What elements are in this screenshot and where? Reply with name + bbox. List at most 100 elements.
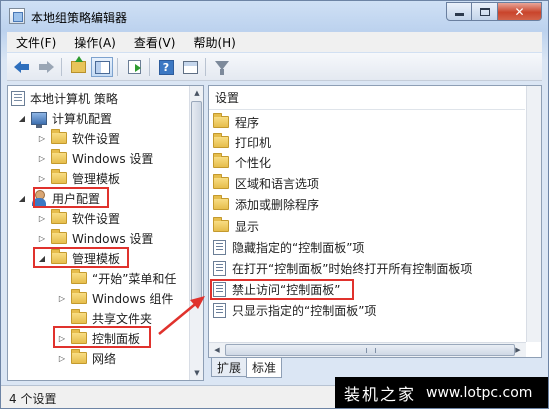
list-horizontal-scrollbar[interactable]: ◀ ▶ bbox=[209, 342, 526, 357]
list-item-always-open-all-items[interactable]: 在打开“控制面板”时始终打开所有控制面板项 bbox=[213, 258, 472, 278]
tab-standard[interactable]: 标准 bbox=[246, 358, 283, 378]
view-tabs: 扩展 标准 bbox=[211, 358, 283, 378]
highlight-admin-templates bbox=[33, 247, 129, 268]
status-text: 4 个设置 bbox=[9, 392, 57, 406]
computer-icon bbox=[31, 111, 47, 128]
maximize-button[interactable] bbox=[472, 2, 498, 21]
list-item-label: 只显示指定的“控制面板”项 bbox=[232, 303, 377, 318]
forward-button[interactable] bbox=[35, 57, 57, 77]
tree-item-shared-folders[interactable]: 共享文件夹 bbox=[57, 308, 152, 328]
filter-icon bbox=[215, 60, 229, 75]
list-item-display[interactable]: 显示 bbox=[213, 216, 259, 236]
scroll-right-icon[interactable]: ▶ bbox=[511, 343, 525, 357]
scroll-down-icon[interactable]: ▼ bbox=[190, 366, 203, 380]
tree-item-windows-settings[interactable]: ▷ Windows 设置 bbox=[37, 148, 153, 168]
expand-icon[interactable]: ▷ bbox=[37, 214, 47, 223]
highlight-control-panel bbox=[53, 326, 151, 348]
folder-icon bbox=[213, 133, 229, 148]
help-button[interactable]: ? bbox=[155, 57, 177, 77]
scroll-up-icon[interactable]: ▲ bbox=[190, 86, 203, 100]
column-header-setting[interactable]: 设置 bbox=[209, 86, 525, 110]
expand-icon[interactable]: ▷ bbox=[37, 154, 47, 163]
caption-buttons: ✕ bbox=[446, 2, 542, 22]
minimize-button[interactable] bbox=[446, 2, 472, 21]
folder-icon bbox=[71, 269, 87, 284]
close-button[interactable]: ✕ bbox=[498, 2, 542, 21]
tab-label: 标准 bbox=[252, 361, 277, 375]
tree-item-user-software-settings[interactable]: ▷ 软件设置 bbox=[37, 208, 120, 228]
expand-icon[interactable]: ▷ bbox=[57, 354, 67, 363]
tree-item-label: Windows 设置 bbox=[72, 151, 154, 166]
gpedit-app-icon[interactable] bbox=[9, 8, 25, 24]
settings-list-pane[interactable]: 设置 程序 打印机 个性化 区域和语言选项 添加或删除程序 显示 隐藏指定的“控… bbox=[208, 85, 542, 358]
tree-item-label: 软件设置 bbox=[72, 211, 121, 226]
list-item-label: 添加或删除程序 bbox=[235, 197, 320, 212]
list-item-printers[interactable]: 打印机 bbox=[213, 132, 271, 152]
scrollbar-thumb[interactable] bbox=[191, 101, 202, 301]
title-bar[interactable]: 本地组策略编辑器 ✕ bbox=[1, 1, 548, 31]
list-item-programs[interactable]: 程序 bbox=[213, 112, 259, 132]
collapse-icon[interactable]: ◢ bbox=[17, 114, 27, 123]
toolbar-separator bbox=[61, 58, 62, 76]
tree-item-label: 网络 bbox=[92, 351, 117, 366]
tree-item-local-computer-policy[interactable]: 本地计算机 策略 bbox=[11, 88, 118, 108]
tree-item-label: 管理模板 bbox=[72, 171, 121, 186]
folder-icon bbox=[71, 349, 87, 364]
menu-file[interactable]: 文件(F) bbox=[7, 34, 65, 51]
setting-icon bbox=[213, 239, 226, 255]
up-one-level-button[interactable] bbox=[67, 56, 89, 77]
tree-item-network[interactable]: ▷ 网络 bbox=[57, 348, 116, 368]
tree-vertical-scrollbar[interactable]: ▲ ▼ bbox=[189, 86, 203, 380]
tree-item-label: Windows 设置 bbox=[72, 231, 154, 246]
filter-button[interactable] bbox=[211, 57, 233, 77]
tree-item-computer-config[interactable]: ◢ 计算机配置 bbox=[17, 108, 112, 128]
show-tree-icon bbox=[94, 60, 110, 74]
tree-pane[interactable]: 本地计算机 策略 ◢ 计算机配置 ▷ 软件设置 ▷ Windows 设置 ▷ 管… bbox=[7, 85, 204, 381]
menu-help[interactable]: 帮助(H) bbox=[184, 34, 244, 51]
tree-item-software-settings[interactable]: ▷ 软件设置 bbox=[37, 128, 120, 148]
list-item-show-only-specified[interactable]: 只显示指定的“控制面板”项 bbox=[213, 300, 376, 320]
scrollbar-grip bbox=[366, 348, 376, 353]
show-hide-tree-button[interactable] bbox=[91, 57, 113, 77]
watermark-brand: 装机之家 bbox=[344, 384, 417, 404]
highlight-user-config bbox=[33, 187, 109, 208]
properties-button[interactable] bbox=[179, 57, 201, 77]
folder-icon bbox=[51, 169, 67, 184]
list-item-regional-language[interactable]: 区域和语言选项 bbox=[213, 173, 319, 193]
gpedit-window: 本地组策略编辑器 ✕ 文件(F) 操作(A) 查看(V) 帮助(H) ? 本地计… bbox=[0, 0, 549, 409]
policy-icon bbox=[11, 90, 25, 106]
list-item-label: 打印机 bbox=[235, 135, 272, 150]
scrollbar-thumb[interactable] bbox=[225, 344, 515, 356]
tree-item-label: 软件设置 bbox=[72, 131, 121, 146]
folder-icon bbox=[71, 309, 87, 324]
tree-item-label: “开始”菜单和任 bbox=[92, 271, 177, 286]
list-item-hide-specified-items[interactable]: 隐藏指定的“控制面板”项 bbox=[213, 237, 364, 257]
tab-extended[interactable]: 扩展 bbox=[211, 358, 248, 377]
list-vertical-scrollbar[interactable] bbox=[526, 86, 541, 342]
toolbar-separator bbox=[117, 58, 118, 76]
folder-icon bbox=[213, 153, 229, 168]
tree-item-admin-templates[interactable]: ▷ 管理模板 bbox=[37, 168, 120, 188]
export-list-button[interactable] bbox=[123, 57, 145, 77]
tree-item-label: 本地计算机 策略 bbox=[30, 91, 118, 106]
tree-item-user-windows-settings[interactable]: ▷ Windows 设置 bbox=[37, 228, 153, 248]
toolbar-separator bbox=[149, 58, 150, 76]
back-button[interactable] bbox=[11, 57, 33, 77]
expand-icon[interactable]: ▷ bbox=[37, 134, 47, 143]
collapse-icon[interactable]: ◢ bbox=[17, 194, 27, 203]
menu-action[interactable]: 操作(A) bbox=[65, 34, 125, 51]
expand-icon[interactable]: ▷ bbox=[57, 294, 67, 303]
list-item-add-remove-programs[interactable]: 添加或删除程序 bbox=[213, 194, 319, 214]
menu-view[interactable]: 查看(V) bbox=[125, 34, 185, 51]
list-item-label: 隐藏指定的“控制面板”项 bbox=[232, 240, 365, 255]
scroll-left-icon[interactable]: ◀ bbox=[210, 343, 224, 357]
help-icon: ? bbox=[158, 59, 174, 75]
expand-icon[interactable]: ▷ bbox=[37, 174, 47, 183]
expand-icon[interactable]: ▷ bbox=[37, 234, 47, 243]
maximize-icon bbox=[479, 7, 490, 16]
tree-item-start-menu[interactable]: “开始”菜单和任 bbox=[57, 268, 176, 288]
list-item-personalization[interactable]: 个性化 bbox=[213, 152, 271, 172]
window-title: 本地组策略编辑器 bbox=[31, 11, 128, 25]
tree-item-windows-components[interactable]: ▷ Windows 组件 bbox=[57, 288, 173, 308]
close-icon: ✕ bbox=[514, 4, 525, 19]
